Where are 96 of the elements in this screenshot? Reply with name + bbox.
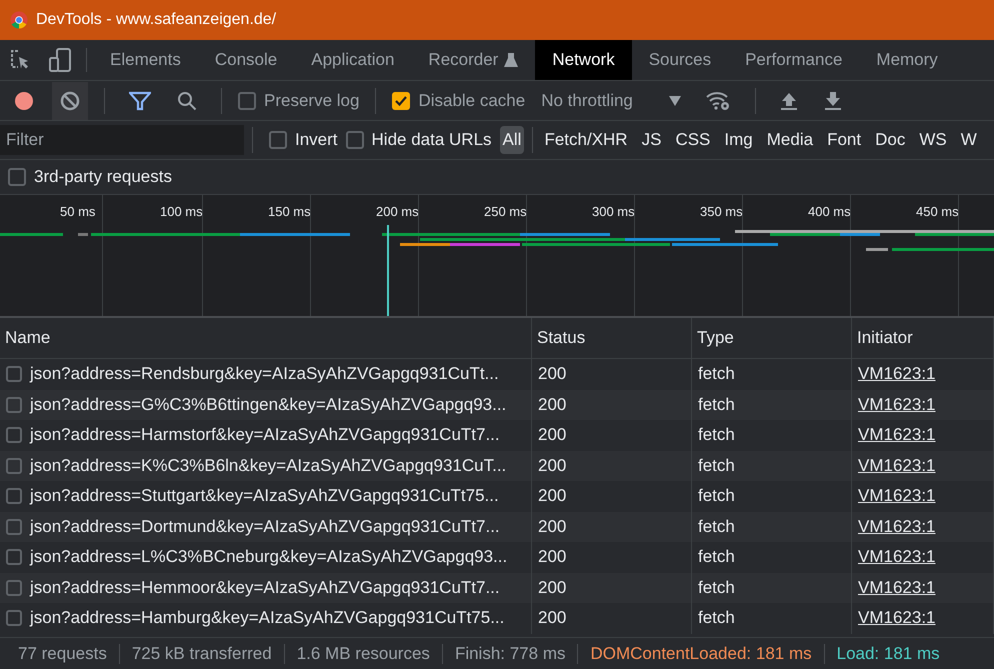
block-icon: [60, 90, 80, 110]
time-tick-label: 300 ms: [592, 204, 635, 219]
status-text: 200: [538, 364, 566, 384]
time-tick-label: 100 ms: [160, 204, 203, 219]
panel-tab[interactable]: Console: [198, 40, 294, 80]
panel-tab[interactable]: Sources: [632, 40, 728, 80]
status-text: Finish: 778 ms: [442, 644, 578, 664]
column-header[interactable]: Status: [532, 318, 692, 359]
time-tick-label: 50 ms: [60, 204, 96, 219]
request-icon: [6, 396, 22, 413]
throttling-dropdown[interactable]: No throttling: [535, 90, 687, 110]
filter-icon: [129, 90, 151, 110]
initiator-link[interactable]: VM1623:1: [858, 425, 936, 446]
type-text: fetch: [698, 364, 735, 384]
request-icon: [6, 549, 22, 566]
status-text: 200: [538, 486, 566, 506]
wifi-gear-icon: [704, 90, 731, 112]
checkbox[interactable]: [392, 92, 410, 110]
type-text: fetch: [698, 547, 735, 568]
status-text: 200: [538, 456, 566, 476]
type-filter-button[interactable]: Img: [721, 126, 756, 154]
time-tick-label: 450 ms: [916, 204, 959, 219]
request-icon: [6, 518, 22, 535]
record-icon: [14, 90, 34, 110]
check-icon: [394, 94, 408, 108]
type-text: fetch: [698, 516, 735, 537]
flask-icon: [504, 52, 518, 68]
request-name[interactable]: json?address=Harmstorf&key=AIzaSyAhZVGapgq931CuTt7...: [30, 425, 500, 446]
type-text: fetch: [698, 608, 735, 628]
time-tick-label: 250 ms: [484, 204, 527, 219]
download-icon: [824, 90, 842, 110]
type-text: fetch: [698, 456, 735, 476]
panel-tab[interactable]: Application: [294, 40, 412, 80]
status-text: 200: [538, 425, 566, 446]
upload-icon: [780, 90, 798, 110]
status-text: 200: [538, 516, 566, 537]
initiator-link[interactable]: VM1623:1: [858, 486, 936, 506]
checkbox[interactable]: [269, 131, 287, 149]
type-filter-button[interactable]: Doc: [872, 126, 908, 154]
devices-icon: [48, 47, 72, 73]
request-name[interactable]: json?address=Hamburg&key=AIzaSyAhZVGapgq931CuTt75...: [30, 608, 504, 628]
time-tick-label: 400 ms: [808, 204, 851, 219]
time-tick-label: 200 ms: [376, 204, 419, 219]
status-text: 725 kB transferred: [118, 644, 284, 664]
status-text: 200: [538, 394, 566, 415]
status-text: 77 requests: [17, 644, 108, 664]
panel-tab[interactable]: Network: [535, 40, 632, 80]
checkbox[interactable]: [346, 131, 364, 149]
initiator-link[interactable]: VM1623:1: [858, 547, 936, 568]
browser-logo-icon: [10, 11, 28, 29]
type-filter-button[interactable]: WS: [916, 126, 950, 154]
status-text: 200: [538, 578, 566, 598]
status-text: 1.6 MB resources: [284, 644, 442, 664]
type-text: fetch: [698, 486, 735, 506]
status-text: DOMContentLoaded: 181 ms: [577, 644, 824, 664]
type-filter-button[interactable]: JS: [638, 126, 664, 154]
type-text: fetch: [698, 425, 735, 446]
status-text: Load: 181 ms: [824, 644, 952, 664]
search-icon: [177, 90, 197, 110]
panel-tab[interactable]: Memory: [859, 40, 955, 80]
filter-field[interactable]: Filter: [0, 125, 244, 155]
type-filter-button[interactable]: All: [500, 126, 524, 154]
type-text: fetch: [698, 394, 735, 415]
request-icon: [6, 580, 22, 596]
panel-tab[interactable]: Performance: [728, 40, 860, 80]
column-header[interactable]: Type: [692, 318, 852, 359]
type-filter-button[interactable]: W: [958, 126, 980, 154]
column-header[interactable]: Initiator: [852, 318, 994, 359]
request-name[interactable]: json?address=Rendsburg&key=AIzaSyAhZVGapgq931CuTt...: [30, 364, 499, 384]
window-title: DevTools - www.safeanzeigen.de/: [36, 11, 276, 29]
status-text: 200: [538, 547, 566, 568]
panel-tab[interactable]: Elements: [93, 40, 198, 80]
type-filter-button[interactable]: Font: [824, 126, 864, 154]
panel-tab[interactable]: Recorder: [411, 40, 536, 80]
filter.invert.checked[interactable]: Invert: [269, 130, 338, 150]
checkbox[interactable]: [238, 92, 256, 110]
request-name[interactable]: json?address=L%C3%BCneburg&key=AIzaSyAhZVGapgq93...: [30, 547, 508, 568]
caret-icon: [668, 96, 681, 106]
request-icon: [6, 366, 22, 382]
time-tick-label: 150 ms: [268, 204, 311, 219]
request-icon: [6, 488, 22, 504]
initiator-link[interactable]: VM1623:1: [858, 364, 936, 384]
type-filter-button[interactable]: Fetch/XHR: [541, 126, 631, 154]
type-filter-button[interactable]: Media: [764, 126, 816, 154]
time-tick-label: 350 ms: [700, 204, 743, 219]
status-text: 200: [538, 608, 566, 628]
request-icon: [6, 610, 22, 626]
request-icon: [6, 458, 22, 474]
type-text: fetch: [698, 578, 735, 598]
column-header[interactable]: Name: [0, 318, 532, 359]
request-name[interactable]: json?address=Stuttgart&key=AIzaSyAhZVGapgq931CuTt75...: [30, 486, 499, 506]
checkbox[interactable]: [8, 168, 26, 186]
type-filter-button[interactable]: CSS: [672, 126, 714, 154]
initiator-link[interactable]: VM1623:1: [858, 608, 936, 628]
request-icon: [6, 427, 22, 444]
clear-button[interactable]: [52, 82, 88, 120]
